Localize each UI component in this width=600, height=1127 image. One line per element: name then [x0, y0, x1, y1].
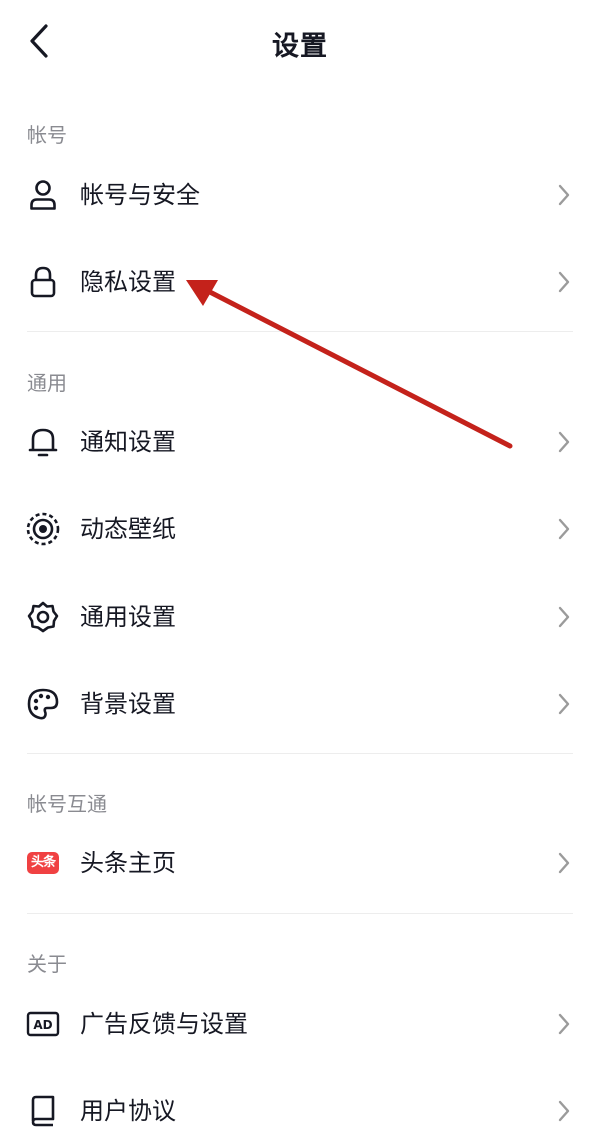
book-icon [24, 1092, 62, 1127]
page-title: 设置 [272, 31, 328, 62]
chevron-right-icon [558, 693, 570, 715]
user-icon [24, 176, 62, 214]
menu-item-live-wallpaper[interactable]: 动态壁纸 [0, 486, 600, 572]
menu-item-label: 用户协议 [80, 1097, 176, 1125]
section-divider [27, 913, 573, 914]
chevron-right-icon [558, 606, 570, 628]
chevron-right-icon [558, 184, 570, 206]
gear-icon [24, 598, 62, 636]
menu-item-privacy-settings[interactable]: 隐私设置 [0, 239, 600, 325]
menu-item-ad-feedback[interactable]: AD 广告反馈与设置 [0, 981, 600, 1067]
chevron-right-icon [558, 431, 570, 453]
lock-icon [24, 263, 62, 301]
chevron-right-icon [558, 271, 570, 293]
menu-item-notification-settings[interactable]: 通知设置 [0, 399, 600, 485]
toutiao-badge: 头条 [27, 852, 59, 874]
chevron-right-icon [558, 1100, 570, 1122]
chevron-right-icon [558, 1013, 570, 1035]
palette-icon [24, 685, 62, 723]
menu-item-account-security[interactable]: 帐号与安全 [0, 152, 600, 238]
menu-item-background-settings[interactable]: 背景设置 [0, 661, 600, 747]
chevron-right-icon [558, 852, 570, 874]
ad-icon-text: AD [33, 1018, 52, 1032]
menu-item-general-settings[interactable]: 通用设置 [0, 574, 600, 660]
toutiao-icon: 头条 [24, 844, 62, 882]
menu-item-label: 通用设置 [80, 603, 176, 631]
menu-item-toutiao-homepage[interactable]: 头条 头条主页 [0, 820, 600, 906]
header: 设置 [0, 0, 600, 88]
chevron-right-icon [558, 518, 570, 540]
menu-item-label: 帐号与安全 [80, 181, 200, 209]
menu-item-label: 头条主页 [80, 849, 176, 877]
menu-item-label: 动态壁纸 [80, 515, 176, 543]
ad-icon: AD [24, 1005, 62, 1043]
menu-item-user-agreement[interactable]: 用户协议 [0, 1068, 600, 1127]
menu-item-label: 背景设置 [80, 690, 176, 718]
live-wallpaper-icon [24, 510, 62, 548]
section-divider [27, 331, 573, 332]
menu-item-label: 隐私设置 [80, 268, 176, 296]
section-divider [27, 753, 573, 754]
section-label-linked-accounts: 帐号互通 [27, 792, 107, 816]
section-label-account: 帐号 [27, 123, 67, 147]
section-label-about: 关于 [27, 952, 67, 976]
settings-screen: 设置 帐号 帐号与安全 隐私设置 通用 通知设置 动态壁纸 通用设置 背景设置 … [0, 0, 600, 1127]
bell-icon [24, 423, 62, 461]
menu-item-label: 通知设置 [80, 428, 176, 456]
section-label-general: 通用 [27, 371, 67, 395]
menu-item-label: 广告反馈与设置 [80, 1010, 248, 1038]
